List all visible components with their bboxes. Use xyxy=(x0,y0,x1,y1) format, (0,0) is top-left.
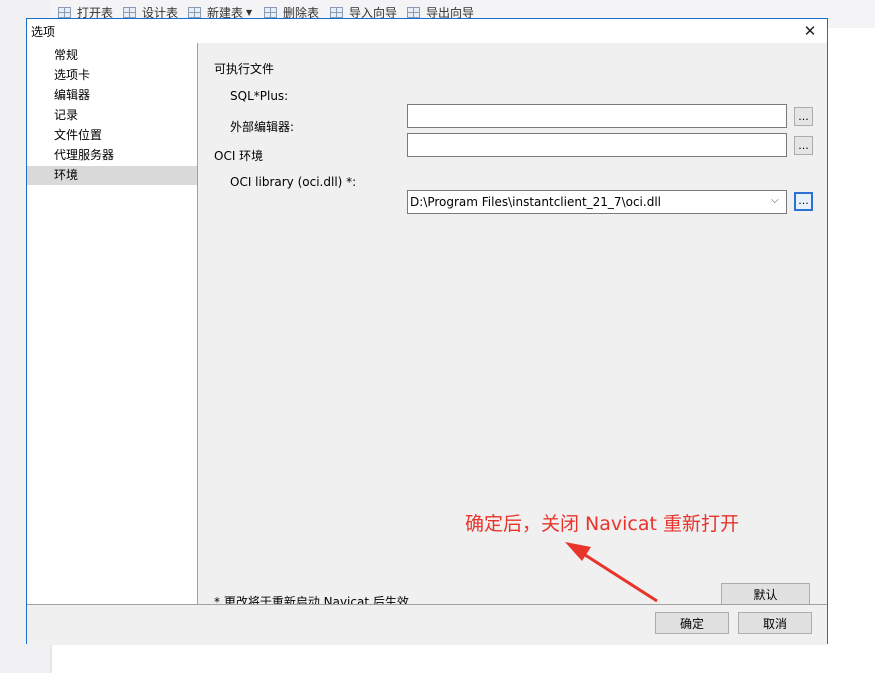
default-button[interactable]: 默认 xyxy=(721,583,810,605)
sqlplus-path-input[interactable] xyxy=(407,104,787,128)
oci-library-combobox[interactable]: D:\Program Files\instantclient_21_7\oci.… xyxy=(407,190,787,214)
chevron-down-icon: ▼ xyxy=(246,7,253,17)
sidebar-item-editor[interactable]: 编辑器 xyxy=(27,86,197,105)
sqlplus-label: SQL*Plus: xyxy=(230,89,289,103)
chevron-down-icon[interactable]: ⌵ xyxy=(771,196,781,206)
sidebar-item-environment[interactable]: 环境 xyxy=(27,166,197,185)
dialog-title: 选项 xyxy=(31,25,56,39)
oci-library-browse-button[interactable]: ... xyxy=(794,192,813,211)
ok-button[interactable]: 确定 xyxy=(655,612,729,634)
sidebar-item-tabs[interactable]: 选项卡 xyxy=(27,66,197,85)
table-icon xyxy=(123,6,136,18)
executables-section-title: 可执行文件 xyxy=(214,62,275,76)
options-dialog: 选项 ✕ 常规 选项卡 编辑器 记录 文件位置 代理服务器 环境 可执行文件 S… xyxy=(26,18,828,645)
table-icon xyxy=(58,6,71,18)
close-button[interactable]: ✕ xyxy=(793,19,827,43)
oci-section-title: OCI 环境 xyxy=(214,149,264,163)
sqlplus-browse-button[interactable]: ... xyxy=(794,107,813,126)
cancel-button[interactable]: 取消 xyxy=(738,612,812,634)
annotation-text: 确定后，关闭 Navicat 重新打开 xyxy=(465,513,739,535)
sidebar-item-file-location[interactable]: 文件位置 xyxy=(27,126,197,145)
table-icon xyxy=(407,6,420,18)
close-icon: ✕ xyxy=(803,22,817,40)
external-editor-label: 外部编辑器: xyxy=(230,120,295,134)
external-editor-input[interactable] xyxy=(407,133,787,157)
sidebar-item-records[interactable]: 记录 xyxy=(27,106,197,125)
table-icon xyxy=(264,6,277,18)
sidebar-item-proxy[interactable]: 代理服务器 xyxy=(27,146,197,165)
options-category-list: 常规 选项卡 编辑器 记录 文件位置 代理服务器 环境 xyxy=(27,43,198,604)
oci-library-label: OCI library (oci.dll) *: xyxy=(230,175,357,189)
table-icon xyxy=(188,6,201,18)
dialog-titlebar[interactable]: 选项 ✕ xyxy=(27,19,827,43)
oci-library-value: D:\Program Files\instantclient_21_7\oci.… xyxy=(410,195,661,209)
external-editor-browse-button[interactable]: ... xyxy=(794,136,813,155)
dialog-footer: 确定 取消 xyxy=(27,604,827,645)
table-icon xyxy=(330,6,343,18)
sidebar-item-general[interactable]: 常规 xyxy=(27,46,197,65)
